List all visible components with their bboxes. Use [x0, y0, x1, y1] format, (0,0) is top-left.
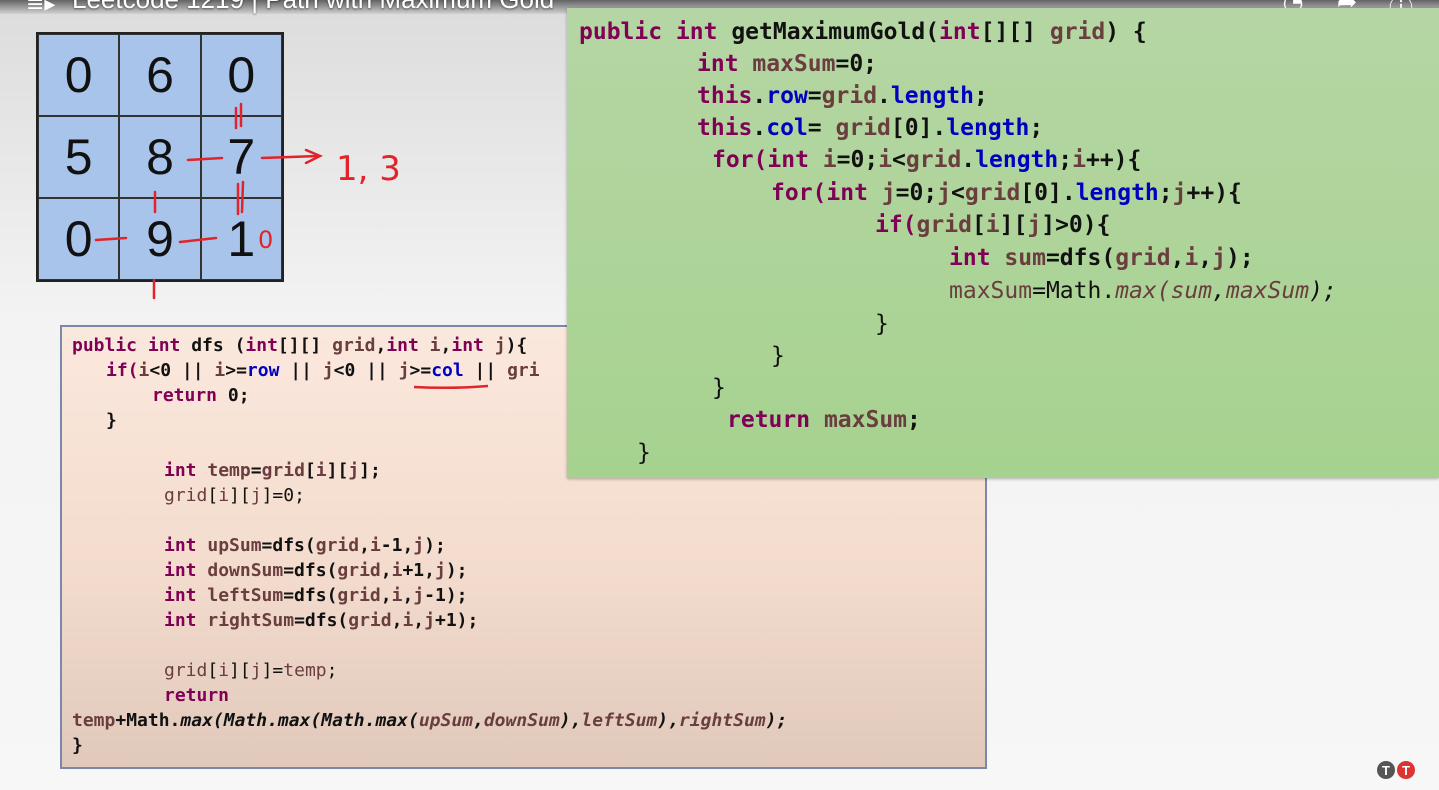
dfs-line-2: if(i<0 || i>=row || j<0 || j>=col || gri [106, 360, 540, 381]
main-line-7: if(grid[i][j]>0){ [875, 212, 1111, 238]
main-line-4: this.col= grid[0].length; [697, 115, 1044, 141]
grid-cell: 0 [200, 34, 282, 116]
main-line-2: int maxSum=0; [697, 51, 878, 77]
grid-cell: 5 [38, 116, 120, 198]
grid-cell: 0 [38, 198, 120, 280]
main-line-9: maxSum=Math.max(sum,maxSum); [949, 278, 1337, 304]
dfs-line-1: public int dfs (int[][] grid,int i,int j… [72, 335, 528, 356]
dfs-line-3: return 0; [152, 385, 250, 406]
logo-letter: T [1397, 761, 1415, 779]
grid-cell: 8 [119, 116, 201, 198]
main-code-panel: public int getMaximumGold(int[][] grid) … [567, 8, 1439, 478]
dfs-line-9: int leftSum=dfs(grid,i,j-1); [164, 585, 468, 606]
grid-cell: 0 [38, 34, 120, 116]
playlist-icon[interactable]: ≡▸ [26, 0, 55, 17]
dfs-line-7: int upSum=dfs(grid,i-1,j); [164, 535, 446, 556]
main-line-13: return maxSum; [727, 407, 921, 433]
video-title[interactable]: Leetcode 1219 | Path with Maximum Gold [72, 0, 554, 15]
main-line-14: } [637, 440, 651, 466]
dfs-line-14: } [72, 735, 83, 756]
gold-grid: 0 6 0 5 8 7 0 9 1 [36, 32, 284, 282]
grid-cell: 7 [200, 116, 282, 198]
dfs-line-4: } [106, 410, 117, 431]
main-line-11: } [771, 343, 785, 369]
dfs-line-13: temp+Math.max(Math.max(Math.max(upSum,do… [72, 710, 788, 731]
main-line-12: } [712, 375, 726, 401]
main-line-1: public int getMaximumGold(int[][] grid) … [579, 19, 1147, 45]
grid-cell: 6 [119, 34, 201, 116]
main-line-8: int sum=dfs(grid,i,j); [949, 245, 1254, 271]
arrow-icon [304, 148, 323, 165]
main-line-5: for(int i=0;i<grid.length;i++){ [712, 147, 1142, 173]
main-line-3: this.row=grid.length; [697, 83, 988, 109]
dfs-line-6: grid[i][j]=0; [164, 485, 305, 506]
main-line-6: for(int j=0;j<grid[0].length;j++){ [771, 180, 1242, 206]
grid-cell: 1 [200, 198, 282, 280]
dfs-line-11: grid[i][j]=temp; [164, 660, 338, 681]
dfs-line-8: int downSum=dfs(grid,i+1,j); [164, 560, 468, 581]
grid-cell: 9 [119, 198, 201, 280]
arrow-note: 1, 3 [336, 149, 401, 189]
channel-logo[interactable]: T T [1376, 752, 1416, 788]
underline-mark [413, 384, 489, 390]
dfs-line-12: return [164, 685, 230, 706]
dfs-line-10: int rightSum=dfs(grid,i,j+1); [164, 610, 479, 631]
main-line-10: } [875, 311, 889, 337]
dfs-line-5: int temp=grid[i][j]; [164, 460, 381, 481]
logo-letter: T [1377, 761, 1395, 779]
